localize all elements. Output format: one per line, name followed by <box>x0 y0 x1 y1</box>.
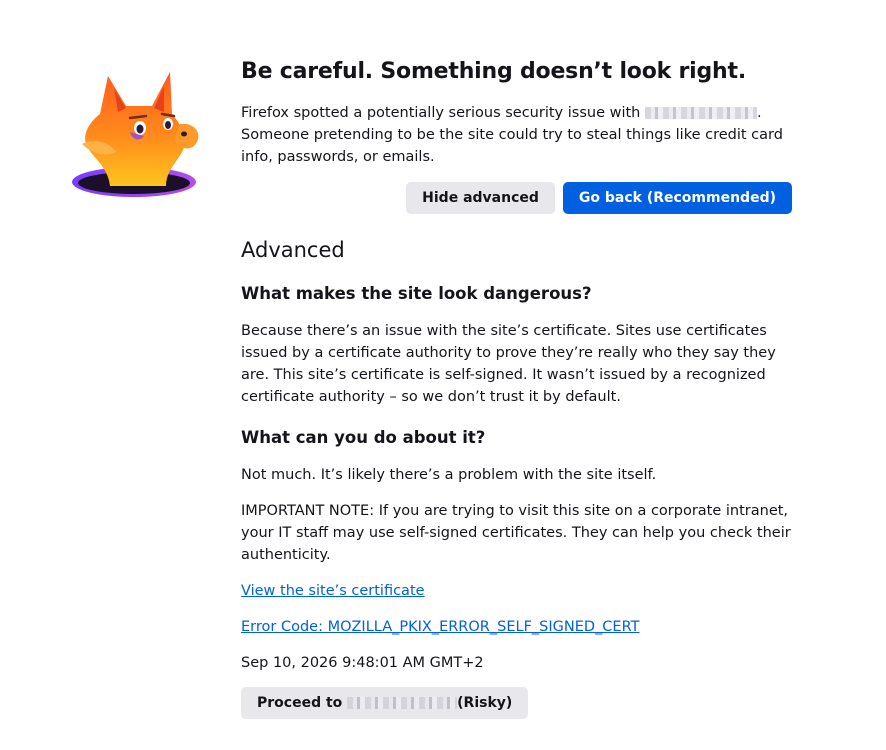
go-back-button[interactable]: Go back (Recommended) <box>562 182 792 214</box>
advanced-heading: Advanced <box>241 238 345 262</box>
page-title: Be careful. Something doesn’t look right… <box>241 59 746 84</box>
action-explanation: Not much. It’s likely there’s a problem … <box>241 467 657 483</box>
error-content: Be careful. Something doesn’t look right… <box>241 56 796 719</box>
redacted-hostname <box>644 107 757 119</box>
proceed-risky-button[interactable]: Proceed to (Risky) <box>241 687 529 719</box>
action-question-heading: What can you do about it? <box>241 428 486 447</box>
view-certificate-link[interactable]: View the site’s certificate <box>241 580 425 602</box>
redacted-hostname-proceed <box>347 697 458 709</box>
intro-prefix: Firefox spotted a potentially serious se… <box>241 105 641 121</box>
proceed-prefix: Proceed to <box>257 695 348 711</box>
danger-question-heading: What makes the site look dangerous? <box>241 284 592 303</box>
proceed-suffix: (Risky) <box>457 695 513 711</box>
danger-explanation: Because there’s an issue with the site’s… <box>241 323 776 405</box>
fox-warning-illustration <box>70 66 210 201</box>
view-certificate-wrap: View the site’s certificate <box>241 580 796 602</box>
important-note: IMPORTANT NOTE: If you are trying to vis… <box>241 503 791 563</box>
error-code-wrap: Error Code: MOZILLA_PKIX_ERROR_SELF_SIGN… <box>241 616 796 638</box>
error-timestamp: Sep 10, 2026 9:48:01 AM GMT+2 <box>241 655 484 671</box>
error-code-link[interactable]: Error Code: MOZILLA_PKIX_ERROR_SELF_SIGN… <box>241 616 639 638</box>
intro-text: Firefox spotted a potentially serious se… <box>241 102 796 168</box>
hide-advanced-button[interactable]: Hide advanced <box>406 182 555 214</box>
action-buttons: Hide advanced Go back (Recommended) <box>241 182 792 214</box>
